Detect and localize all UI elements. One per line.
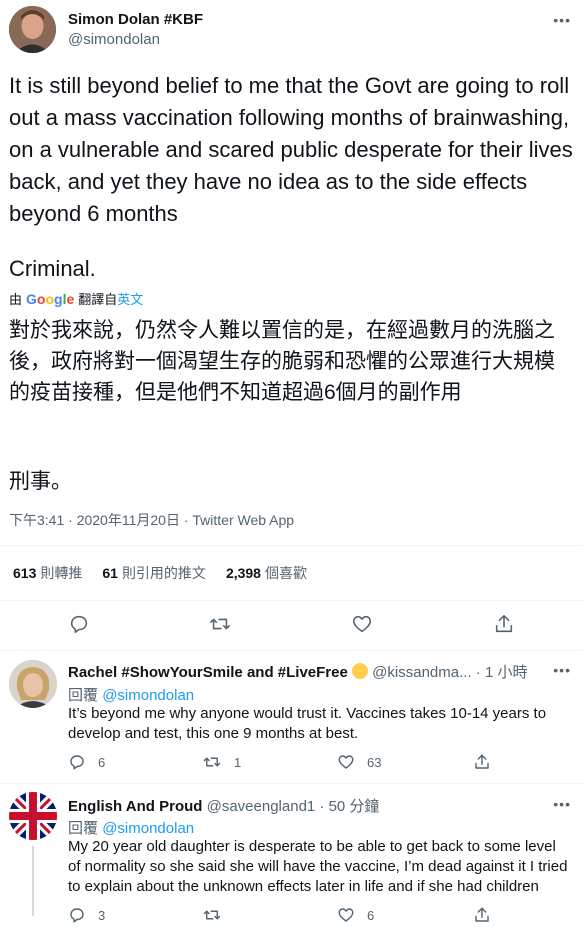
translated-text: 對於我來說，仍然令人難以置信的是，在經過數月的洗腦之後，政府將對一個渴望生存的脆… [9, 319, 555, 404]
reply-to-handle[interactable]: @simondolan [102, 820, 194, 837]
reply-avatar[interactable] [9, 660, 57, 708]
retweets-stat[interactable]: 613 則轉推 [13, 563, 82, 583]
translate-prefix: 由 [9, 292, 23, 307]
heart-icon [338, 908, 354, 922]
tweet-timestamp[interactable]: 下午3:41 · 2020年11月20日 · Twitter Web App [9, 510, 294, 530]
quotes-stat[interactable]: 61 則引用的推文 [102, 563, 206, 583]
retweet-count: 1 [234, 754, 242, 770]
reply-count: 3 [98, 907, 106, 923]
reply-time[interactable]: · 1 小時 [476, 664, 528, 681]
more-horizontal-icon[interactable]: ••• [553, 662, 571, 678]
author-name[interactable]: Simon Dolan #KBF [68, 11, 203, 28]
reply-time[interactable]: · 50 分鐘 [319, 798, 379, 815]
share-button[interactable] [493, 613, 515, 635]
share-icon [495, 614, 513, 633]
like-button[interactable] [351, 613, 373, 635]
reply-header: Rachel #ShowYourSmile and #LiveFree @kis… [68, 661, 527, 682]
share-icon [475, 907, 489, 922]
heart-icon [352, 615, 372, 633]
share-button[interactable] [473, 753, 491, 771]
reply-icon [70, 615, 88, 634]
divider [0, 783, 583, 784]
heart-icon [338, 755, 354, 769]
retweet-button[interactable]: 1 [202, 753, 241, 771]
reply-button[interactable]: 6 [68, 753, 105, 771]
retweet-icon [210, 618, 230, 630]
thread-line [32, 846, 34, 916]
tweet-text-criminal: Criminal. [9, 256, 96, 281]
reply-header: English And Proud @saveengland1 · 50 分鐘 [68, 795, 379, 816]
divider [0, 650, 583, 651]
retweet-button[interactable] [208, 613, 232, 635]
author-handle[interactable]: @simondolan [68, 31, 160, 48]
reply-count: 6 [98, 754, 106, 770]
share-button[interactable] [473, 906, 491, 924]
reply-text: My 20 year old daughter is desperate to … [68, 838, 568, 895]
reply-to-label: 回覆 [68, 687, 99, 704]
like-count: 6 [367, 907, 375, 923]
reply-button[interactable] [68, 613, 90, 635]
reply-avatar-union-flag[interactable] [9, 792, 57, 840]
reply-author-name[interactable]: Rachel #ShowYourSmile and #LiveFree [68, 664, 348, 681]
author-avatar[interactable] [9, 6, 56, 53]
more-horizontal-icon[interactable]: ••• [553, 796, 571, 812]
smile-emoji-icon [352, 663, 368, 679]
reply-to-line: 回覆 @simondolan [68, 817, 194, 838]
retweet-icon [203, 910, 221, 920]
reply-icon [70, 755, 84, 770]
reply-to-line: 回覆 @simondolan [68, 684, 194, 705]
reply-author-handle[interactable]: @kissandma... [372, 664, 471, 681]
reply-to-label: 回覆 [68, 820, 99, 837]
divider [0, 545, 583, 546]
translate-language-link[interactable]: 英文 [117, 289, 143, 308]
tweet-stats: 613 則轉推 61 則引用的推文 2,398 個喜歡 [13, 563, 307, 583]
like-button[interactable]: 6 [337, 906, 374, 924]
translated-text-criminal: 刑事。 [9, 470, 72, 493]
reply-author-handle[interactable]: @saveengland1 [207, 798, 316, 815]
like-button[interactable]: 63 [337, 753, 381, 771]
more-horizontal-icon[interactable]: ••• [553, 12, 571, 28]
retweet-button[interactable] [202, 906, 234, 924]
tweet-text: It is still beyond belief to me that the… [9, 73, 573, 226]
retweet-icon [203, 757, 221, 767]
reply-to-handle[interactable]: @simondolan [102, 687, 194, 704]
reply-text: It’s beyond me why anyone would trust it… [68, 705, 547, 742]
likes-stat[interactable]: 2,398 個喜歡 [226, 563, 307, 583]
google-logo: Google [26, 290, 75, 307]
translate-from-label: 翻譯自 [78, 292, 118, 307]
reply-icon [70, 908, 84, 923]
divider [0, 600, 583, 601]
share-icon [475, 754, 489, 769]
like-count: 63 [367, 754, 382, 770]
translation-attribution: 由 Google 翻譯自 英文 [9, 289, 143, 308]
reply-author-name[interactable]: English And Proud [68, 798, 202, 815]
reply-button[interactable]: 3 [68, 906, 105, 924]
